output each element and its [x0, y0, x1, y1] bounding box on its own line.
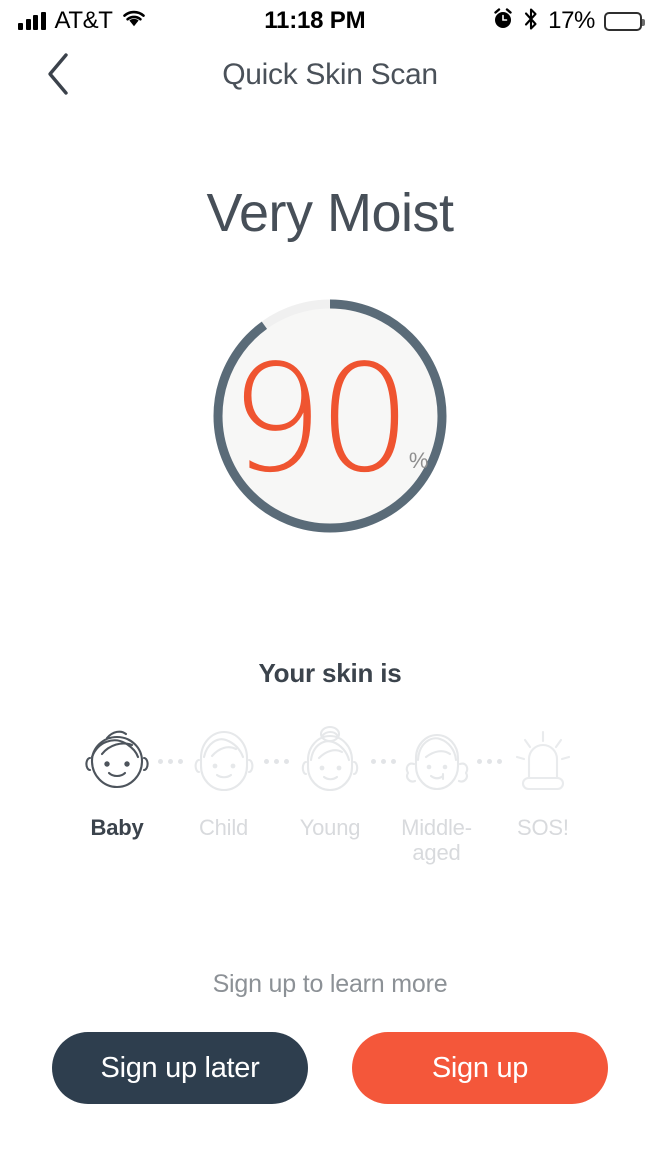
result-headline: Very Moist: [206, 183, 454, 243]
moisture-gauge: 90 %: [210, 296, 450, 536]
nav-header: Quick Skin Scan: [0, 42, 660, 108]
skin-stage-row: Baby Child Young Middle-aged SOS!: [0, 722, 660, 872]
baby-face-icon: [81, 722, 153, 800]
stage-child[interactable]: Child: [184, 722, 262, 841]
footer-button-row: Sign up later Sign up: [0, 1032, 660, 1104]
status-bar-left: AT&T: [18, 7, 147, 35]
stage-young[interactable]: Young: [291, 722, 369, 841]
status-bar-clock: 11:18 PM: [264, 7, 366, 34]
battery-low-icon: [604, 11, 645, 31]
stage-baby[interactable]: Baby: [78, 722, 156, 841]
stage-label: SOS!: [517, 815, 569, 840]
signal-bars-icon: [18, 12, 46, 30]
stage-label: Baby: [90, 815, 144, 840]
battery-percent-label: 17%: [548, 7, 595, 34]
status-bar-right: 17%: [492, 7, 645, 36]
alarm-clock-icon: [492, 7, 514, 35]
stage-separator-dots: [369, 722, 397, 800]
sign-up-later-button[interactable]: Sign up later: [52, 1032, 308, 1104]
stage-sos[interactable]: SOS!: [504, 722, 582, 841]
child-face-icon: [188, 722, 260, 800]
status-bar: AT&T 11:18 PM 17%: [0, 0, 660, 42]
stage-label: Child: [198, 815, 249, 840]
stage-middle-aged[interactable]: Middle-aged: [397, 722, 475, 865]
siren-alarm-icon: [507, 722, 579, 800]
stage-separator-dots: [156, 722, 184, 800]
middle-aged-face-icon: [400, 722, 472, 800]
carrier-label: AT&T: [54, 7, 113, 34]
sign-up-button[interactable]: Sign up: [352, 1032, 608, 1104]
gauge-unit: %: [408, 448, 429, 473]
gauge-value: 90: [229, 333, 412, 505]
quick-skin-scan-screen: AT&T 11:18 PM 17% Quick Skin Scan Very M…: [0, 0, 660, 1174]
skin-stage-heading: Your skin is: [258, 658, 402, 688]
learn-more-link[interactable]: Sign up to learn more: [0, 970, 660, 999]
stage-separator-dots: [476, 722, 504, 800]
bluetooth-icon: [523, 7, 539, 36]
gauge-readout: 90 %: [210, 296, 450, 536]
stage-label: Young: [299, 815, 361, 840]
young-face-icon: [294, 722, 366, 800]
stage-label: Middle-aged: [401, 815, 472, 865]
page-title: Quick Skin Scan: [222, 58, 438, 91]
stage-separator-dots: [263, 722, 291, 800]
